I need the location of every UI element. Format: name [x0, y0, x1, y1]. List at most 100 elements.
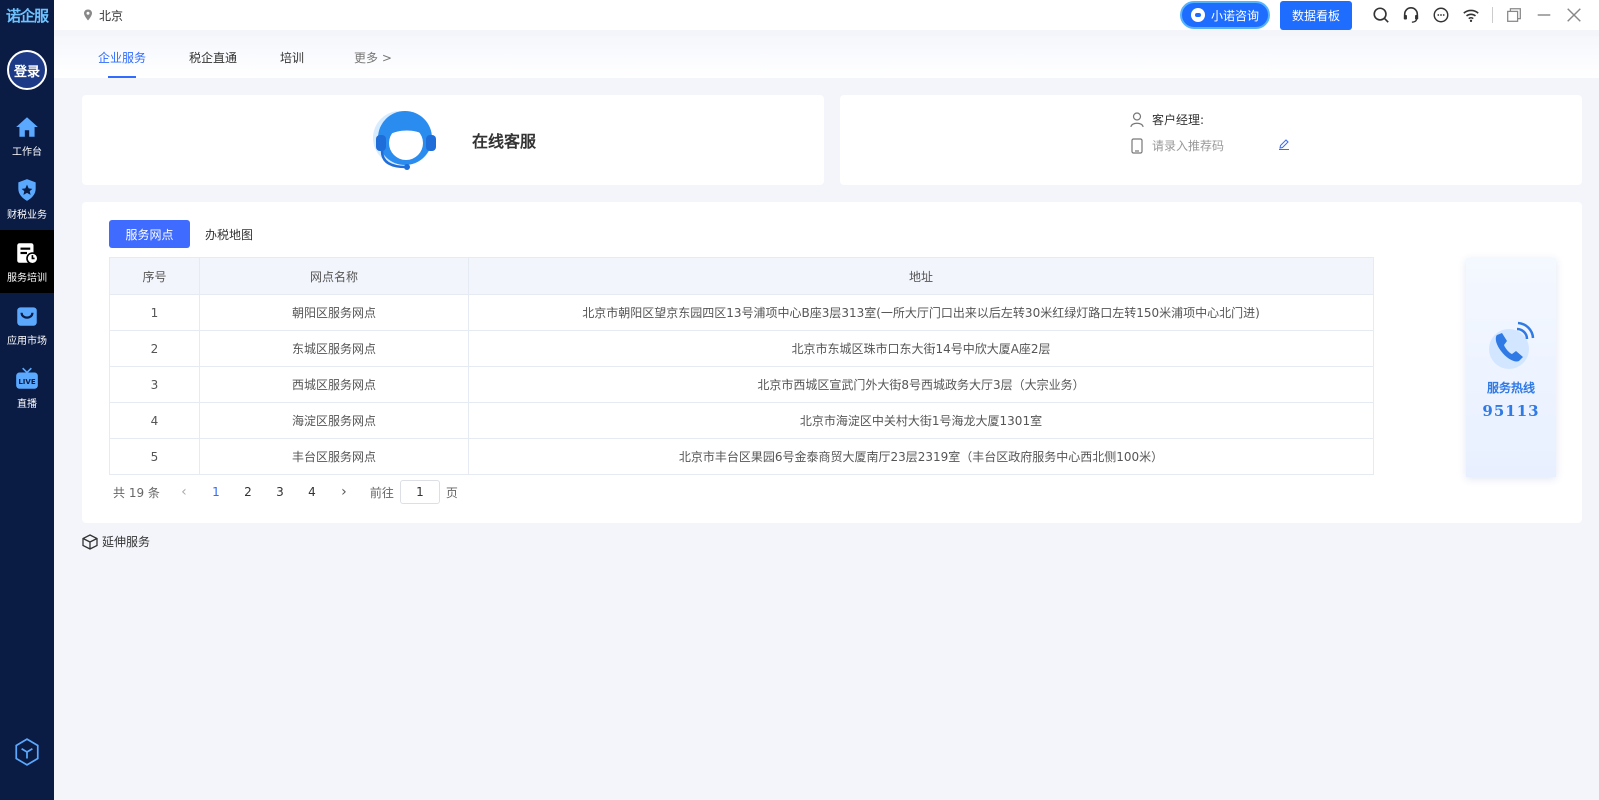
column-header-no: 序号: [109, 257, 200, 295]
service-points-panel: 服务网点 办税地图 序号 网点名称 地址 1 朝阳区服务网点 北京市朝阳区望京东…: [82, 202, 1582, 523]
hotline-number: 95113: [1482, 402, 1540, 420]
goto-page-input[interactable]: 1: [399, 480, 440, 504]
page-button-2[interactable]: 2: [232, 485, 264, 499]
sidebar-item-market[interactable]: 应用市场: [0, 293, 54, 356]
extended-service-label: 延伸服务: [102, 535, 151, 549]
location-label: 北京: [99, 8, 124, 23]
referral-code-input[interactable]: 请录入推荐码: [1152, 137, 1278, 154]
row-no: 1: [109, 294, 200, 331]
table-header-row: 序号 网点名称 地址: [109, 257, 1374, 295]
tab-tax-map[interactable]: 办税地图: [205, 226, 253, 243]
cube-icon: [82, 533, 98, 550]
bot-icon: [1190, 8, 1205, 22]
panel-segment-tabs: 服务网点 办税地图: [109, 220, 253, 248]
referral-row: 请录入推荐码: [1130, 137, 1298, 154]
sidebar-item-label: 财税业务: [7, 209, 47, 221]
row-no: 5: [109, 438, 200, 475]
extended-service-link[interactable]: 延伸服务: [82, 533, 150, 550]
table-row: 2 东城区服务网点 北京市东城区珠市口东大街14号中欣大厦A座2层: [109, 330, 1374, 367]
online-service-card[interactable]: 在线客服: [82, 95, 824, 185]
consult-button[interactable]: 小诺咨询: [1180, 1, 1270, 29]
page-button-3[interactable]: 3: [264, 485, 296, 499]
tab-service-points[interactable]: 服务网点: [109, 220, 190, 248]
live-tv-icon: LIVE: [16, 367, 38, 389]
data-board-button[interactable]: 数据看板: [1280, 0, 1352, 30]
phone-call-icon: [1489, 321, 1535, 369]
consult-label: 小诺咨询: [1210, 8, 1259, 23]
headset-button[interactable]: [1396, 0, 1426, 30]
pagination: 共 19 条 ‹ 1 2 3 4 › 前往 1 页: [113, 480, 458, 504]
page-suffix: 页: [445, 485, 458, 500]
login-button[interactable]: 登录: [7, 50, 47, 90]
account-manager-card: 客户经理: 请录入推荐码: [840, 95, 1582, 185]
minimize-icon: [1537, 14, 1551, 16]
location-pin-icon: [84, 9, 92, 21]
row-name: 东城区服务网点: [199, 330, 469, 367]
phone-device-icon: [1131, 137, 1143, 154]
table-row: 5 丰台区服务网点 北京市丰台区果园6号金泰商贸大厦南厅23层2319室（丰台区…: [109, 438, 1374, 475]
edit-pencil-icon: [1279, 139, 1289, 150]
edit-referral-button[interactable]: [1278, 138, 1298, 153]
settings-hex-button[interactable]: [0, 738, 54, 766]
row-no: 4: [109, 402, 200, 439]
home-icon: [16, 116, 38, 137]
table-row: 1 朝阳区服务网点 北京市朝阳区望京东园四区13号浦项中心B座3层313室(一所…: [109, 294, 1374, 331]
service-hotline-card[interactable]: 服务热线 95113: [1466, 258, 1556, 477]
sidebar: 诺企服 登录 工作台 财税业务 服务培训 应用市场 LIVE 直播: [0, 0, 54, 800]
sidebar-item-training[interactable]: 服务培训: [0, 230, 54, 293]
customer-service-avatar-icon: [373, 111, 436, 170]
network-button[interactable]: [1456, 0, 1486, 30]
headset-icon: [1403, 6, 1419, 23]
online-service-title: 在线客服: [472, 132, 537, 151]
sidebar-item-tax[interactable]: 财税业务: [0, 167, 54, 230]
wifi-icon: [1463, 9, 1479, 23]
goto-label: 前往: [369, 485, 394, 500]
row-address: 北京市朝阳区望京东园四区13号浦项中心B座3层313室(一所大厅门口出来以后左转…: [468, 294, 1374, 331]
manager-label: 客户经理:: [1152, 113, 1205, 127]
restore-window-icon: [1507, 8, 1521, 22]
sidebar-item-label: 应用市场: [7, 335, 47, 347]
user-icon: [1130, 111, 1144, 127]
message-button[interactable]: [1426, 0, 1456, 30]
close-icon: [1567, 8, 1581, 22]
divider: [1492, 7, 1493, 23]
column-header-name: 网点名称: [199, 257, 469, 295]
location-selector[interactable]: 北京: [82, 7, 123, 24]
restore-window-button[interactable]: [1499, 0, 1529, 30]
market-bag-icon: [17, 306, 37, 326]
brand-logo: 诺企服: [5, 6, 49, 25]
tab-training[interactable]: 培训: [280, 36, 304, 78]
tab-more[interactable]: 更多 >: [354, 36, 392, 78]
top-bar: 北京 小诺咨询 数据看板: [54, 0, 1599, 30]
training-doc-icon: [17, 242, 39, 265]
service-points-table: 序号 网点名称 地址 1 朝阳区服务网点 北京市朝阳区望京东园四区13号浦项中心…: [109, 257, 1374, 475]
hotline-label: 服务热线: [1486, 381, 1535, 395]
row-name: 西城区服务网点: [199, 366, 469, 403]
row-no: 2: [109, 330, 200, 367]
page-button-4[interactable]: 4: [296, 485, 328, 499]
close-window-button[interactable]: [1559, 0, 1589, 30]
sidebar-item-workbench[interactable]: 工作台: [0, 104, 54, 167]
table-row: 4 海淀区服务网点 北京市海淀区中关村大街1号海龙大厦1301室: [109, 402, 1374, 439]
row-address: 北京市西城区宣武门外大街8号西城政务大厅3层（大宗业务）: [468, 366, 1374, 403]
row-address: 北京市海淀区中关村大街1号海龙大厦1301室: [468, 402, 1374, 439]
row-no: 3: [109, 366, 200, 403]
row-address: 北京市东城区珠市口东大街14号中欣大厦A座2层: [468, 330, 1374, 367]
chat-bubble-icon: [1433, 7, 1449, 23]
search-button[interactable]: [1366, 0, 1396, 30]
sidebar-item-label: 工作台: [12, 146, 42, 158]
row-name: 丰台区服务网点: [199, 438, 469, 475]
tab-tax-direct[interactable]: 税企直通: [189, 36, 237, 78]
hexagon-icon: [15, 738, 39, 766]
tab-enterprise-service[interactable]: 企业服务: [98, 36, 146, 78]
minimize-window-button[interactable]: [1529, 0, 1559, 30]
page-button-1[interactable]: 1: [200, 485, 232, 499]
manager-row: 客户经理:: [1130, 111, 1204, 128]
prev-page-button[interactable]: ‹: [168, 484, 200, 500]
tax-shield-icon: [18, 178, 36, 201]
main-tabs: 企业服务 税企直通 培训 更多 >: [54, 36, 1599, 78]
sidebar-item-label: 服务培训: [7, 272, 47, 284]
pagination-total: 共 19 条: [113, 485, 160, 500]
sidebar-item-live[interactable]: LIVE 直播: [0, 356, 54, 419]
next-page-button[interactable]: ›: [328, 484, 360, 500]
